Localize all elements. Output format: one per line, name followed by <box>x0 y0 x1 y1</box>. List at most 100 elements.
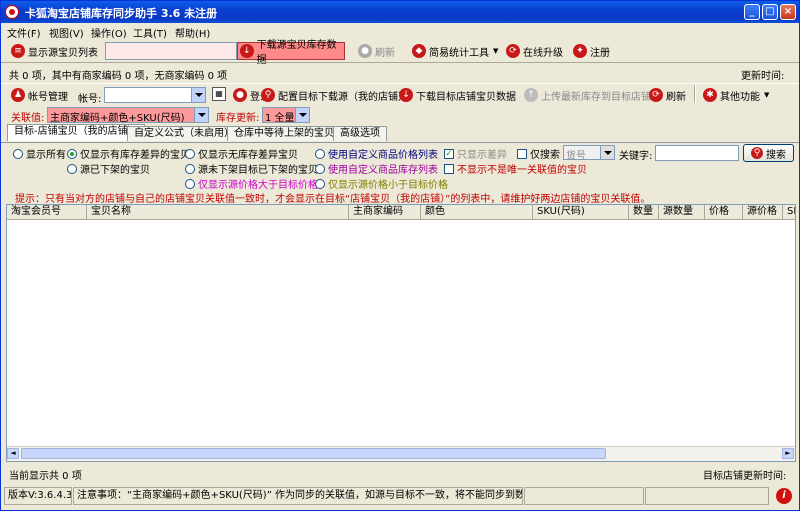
chevron-down-icon: ▼ <box>493 47 499 55</box>
key-label: 关联值: <box>11 113 45 124</box>
filter-no-stock-diff[interactable]: 仅显示无库存差异宝贝 <box>185 146 298 161</box>
filter-panel: 显示所有 仅显示有库存差异的宝贝 源已下架的宝贝 仅显示无库存差异宝贝 源未下架… <box>1 143 799 205</box>
status-panel-empty-1 <box>524 487 644 505</box>
current-count-text: 当前显示共 0 项 <box>9 471 82 482</box>
menu-file[interactable]: 文件(F) <box>7 25 41 40</box>
close-button[interactable]: × <box>780 4 796 20</box>
minimize-button[interactable]: _ <box>744 4 760 20</box>
key-row: 关联值: 主商家编码+颜色+SKU(尺码) 库存更新: 1 全量 <box>1 106 799 124</box>
upgrade-icon: ⟳ <box>506 44 520 58</box>
maximize-button[interactable]: □ <box>762 4 778 20</box>
column-header-source-quantity[interactable]: 源数量 <box>659 205 705 219</box>
column-header-price[interactable]: 价格 <box>705 205 743 219</box>
search-field-select[interactable]: 货号 <box>563 145 615 162</box>
toolbar-divider <box>694 85 696 103</box>
stock-update-select[interactable]: 1 全量 <box>262 107 310 124</box>
key-select[interactable]: 主商家编码+颜色+SKU(尺码) <box>47 107 209 124</box>
toolbar-main: ≡ 显示源宝贝列表 ↓ 下载源宝贝库存数据 ● 刷新 ◆ 简易统计工具 ▼ ⟳ … <box>1 40 799 66</box>
summary-bar: 共 0 项，其中有商家编码 0 项，无商家编码 0 项 更新时间: <box>1 62 799 84</box>
download-source-button[interactable]: ↓ 下载源宝贝库存数据 <box>237 40 345 66</box>
app-icon <box>5 5 19 19</box>
radio-icon <box>315 178 325 189</box>
menu-operate[interactable]: 操作(O) <box>91 25 127 40</box>
scroll-right-icon[interactable]: ► <box>782 448 794 459</box>
upload-stock-button[interactable]: ↑ 上传最新库存到目标店铺 <box>524 86 651 104</box>
info-icon[interactable]: i <box>776 488 792 504</box>
refresh-icon: ● <box>358 44 372 58</box>
horizontal-scrollbar[interactable]: ◄ ► <box>7 446 795 461</box>
chevron-down-icon <box>295 108 309 122</box>
refresh-icon: ⟳ <box>649 88 663 102</box>
column-header-color[interactable]: 颜色 <box>421 205 533 219</box>
window-title: 卡狐淘宝店铺库存同步助手 3.6 未注册 <box>25 7 218 20</box>
chevron-down-icon: ▼ <box>764 91 770 99</box>
status-panel-empty-2 <box>645 487 769 505</box>
show-source-list-button[interactable]: ≡ 显示源宝贝列表 <box>11 42 98 60</box>
account-manage-button[interactable]: ♟ 帐号管理 <box>11 86 68 104</box>
refresh-target-button[interactable]: ⟳ 刷新 <box>649 86 686 104</box>
filter-custom-price-list[interactable]: 使用自定义商品价格列表 <box>315 146 438 161</box>
chevron-down-icon <box>191 88 205 102</box>
download-target-button[interactable]: ↓ 下载目标店铺宝贝数据 <box>399 86 516 104</box>
column-header-quantity[interactable]: 数量 <box>629 205 659 219</box>
other-functions-button[interactable]: ✱ 其他功能 ▼ <box>703 86 769 104</box>
register-icon: ✦ <box>573 44 587 58</box>
gear-icon: ✱ <box>703 88 717 102</box>
filter-source-not-offshelf[interactable]: 源未下架目标已下架的宝贝 <box>185 161 318 176</box>
count-bar: 当前显示共 0 项 目标店铺更新时间: <box>1 464 799 482</box>
column-header-member[interactable]: 淘宝会员号 <box>7 205 87 219</box>
tab-warehouse[interactable]: 仓库中等待上架的宝贝 <box>227 126 341 141</box>
search-icon: ⚲ <box>751 147 763 159</box>
column-header-source-price[interactable]: 源价格 <box>743 205 783 219</box>
toolbar-target: ♟ 帐号管理 帐号: ▦ ● 登录 ⚲ 配置目标下载源（我的店铺） ↓ 下载目标… <box>1 84 799 106</box>
account-label: 帐号: <box>78 94 102 105</box>
filter-only-diff-stock[interactable]: 仅显示有库存差异的宝贝 <box>67 146 190 161</box>
login-icon: ● <box>233 88 247 102</box>
config-target-button[interactable]: ⚲ 配置目标下载源（我的店铺） <box>261 86 408 104</box>
table-header: 淘宝会员号 宝贝名称 主商家编码 颜色 SKU(尺码) 数量 源数量 价格 源价… <box>7 205 795 220</box>
version-text: 版本V:3.6.4.3 <box>4 487 72 505</box>
filter-source-price-lt[interactable]: 仅显示源价格小于目标价格 <box>315 176 448 191</box>
title-bar[interactable]: 卡狐淘宝店铺库存同步助手 3.6 未注册 _ □ × <box>1 1 799 23</box>
user-icon: ♟ <box>11 88 25 102</box>
search-button[interactable]: ⚲ 搜索 <box>743 144 794 162</box>
tab-custom-formula[interactable]: 自定义公式（未启用） <box>127 126 241 141</box>
column-header-sk[interactable]: SK <box>783 205 795 219</box>
scrollbar-thumb[interactable] <box>21 448 606 459</box>
only-diff-checkbox[interactable]: ✓ 只显示差异 <box>444 146 507 161</box>
search-only-checkbox[interactable]: 仅搜索 <box>517 146 560 161</box>
tab-advanced[interactable]: 高级选项 <box>333 126 387 141</box>
account-select[interactable] <box>104 87 206 103</box>
filter-source-price-gt[interactable]: 仅显示源价格大于目标价格 <box>185 176 318 191</box>
refresh-source-button[interactable]: ● 刷新 <box>358 42 395 60</box>
target-update-label: 目标店铺更新时间: <box>703 471 787 482</box>
source-input[interactable] <box>105 42 237 60</box>
menu-help[interactable]: 帮助(H) <box>175 25 210 40</box>
online-upgrade-button[interactable]: ⟳ 在线升级 <box>506 42 563 60</box>
register-button[interactable]: ✦ 注册 <box>573 42 610 60</box>
hint-text: 提示：只有当对方的店铺与自己的店铺宝贝关联值一致时，才会显示在目标“店铺宝贝（我… <box>15 194 651 205</box>
upload-icon: ↑ <box>524 88 538 102</box>
keyword-input[interactable] <box>655 145 739 161</box>
stock-update-label: 库存更新: <box>216 113 260 124</box>
checkbox-icon <box>444 163 454 174</box>
scroll-left-icon[interactable]: ◄ <box>7 448 19 459</box>
filter-show-all[interactable]: 显示所有 <box>13 146 66 161</box>
menu-tools[interactable]: 工具(T) <box>133 25 167 40</box>
column-header-merchant-code[interactable]: 主商家编码 <box>349 205 421 219</box>
tab-strip: 目标-店铺宝贝（我的店铺） 自定义公式（未启用） 仓库中等待上架的宝贝 高级选项 <box>1 124 799 143</box>
menu-view[interactable]: 视图(V) <box>49 25 84 40</box>
column-header-sku[interactable]: SKU(尺码) <box>533 205 629 219</box>
keypad-icon[interactable]: ▦ <box>212 87 226 101</box>
items-table[interactable]: 淘宝会员号 宝贝名称 主商家编码 颜色 SKU(尺码) 数量 源数量 价格 源价… <box>6 204 796 462</box>
filter-custom-stock-list[interactable]: 使用自定义商品库存列表 <box>315 161 438 176</box>
stats-tool-button[interactable]: ◆ 简易统计工具 ▼ <box>412 42 498 60</box>
column-header-item-name[interactable]: 宝贝名称 <box>87 205 349 219</box>
radio-icon <box>13 148 23 159</box>
keyword-label: 关键字: <box>619 151 653 162</box>
tab-target-items[interactable]: 目标-店铺宝贝（我的店铺） <box>7 124 145 141</box>
radio-icon <box>185 148 195 159</box>
download-icon: ↓ <box>240 44 254 58</box>
filter-source-offshelf[interactable]: 源已下架的宝贝 <box>67 161 150 176</box>
not-unique-checkbox[interactable]: 不显示不是唯一关联值的宝贝 <box>444 161 587 176</box>
